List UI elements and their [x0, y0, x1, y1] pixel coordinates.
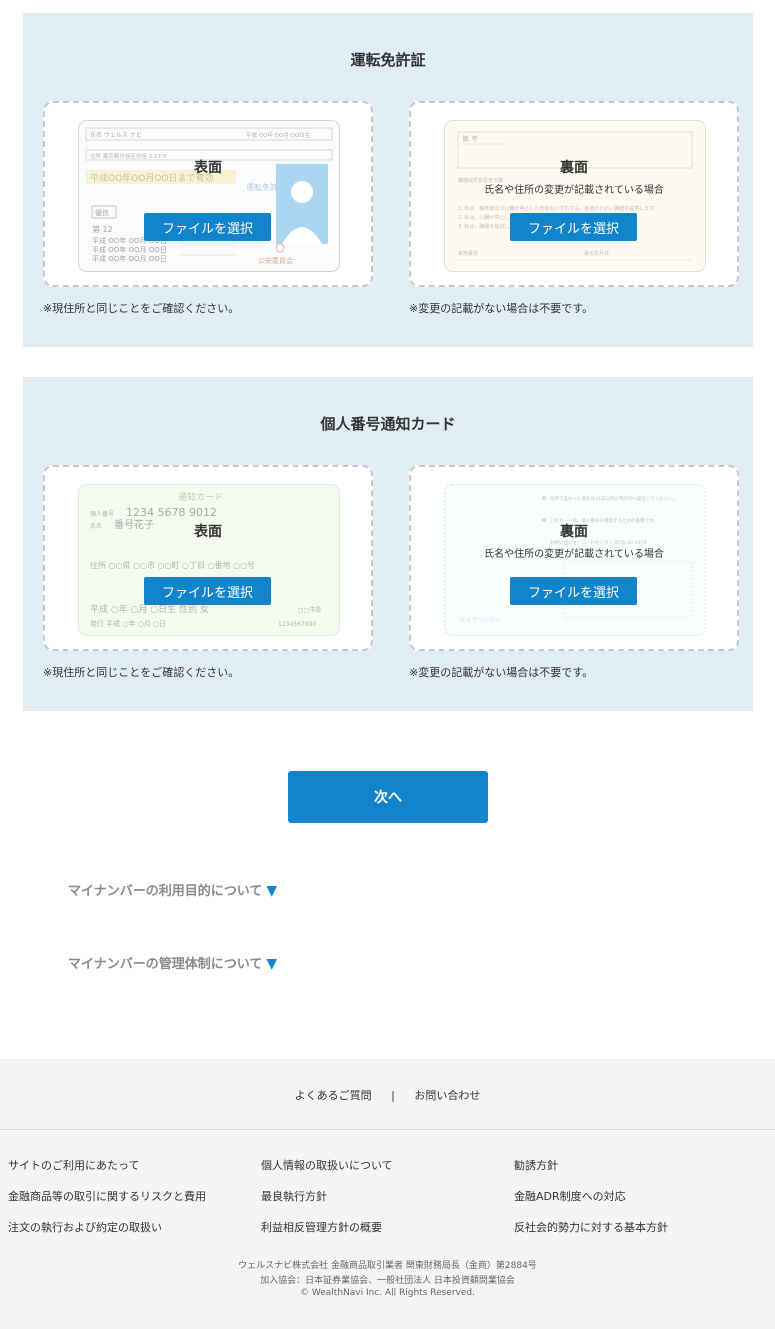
license-front-note: ※現住所と同じことをご確認ください。 [43, 302, 240, 315]
license-section-title: 運転免許証 [350, 51, 426, 69]
faq-link[interactable]: よくあるご質問 [295, 1089, 372, 1102]
mynumber-front-upload[interactable]: 通知カード 個人番号 1234 5678 9012 氏名 番号花子 住所 ○○県… [43, 465, 373, 651]
svg-text:住所で変わった場合は14日以内に市町村へ届出してください。: 住所で変わった場合は14日以内に市町村へ届出してください。 [550, 495, 677, 502]
svg-text:個人番号: 個人番号 [90, 510, 114, 518]
footer-link-risk-cost[interactable]: 金融商品等の取引に関するリスクと費用 [8, 1188, 206, 1204]
license-front-label: 表面 [194, 160, 222, 176]
mynumber-back-file-button[interactable]: ファイルを選択 [510, 577, 637, 605]
svg-text:優良: 優良 [95, 208, 109, 217]
accordion-management-label: マイナンバーの管理体制について [68, 957, 263, 972]
accordion-mynumber-management[interactable]: マイナンバーの管理体制について ▼ [68, 953, 277, 972]
footer-copyright: © WealthNavi Inc. All Rights Reserved. [300, 1288, 475, 1298]
triangle-down-icon: ▼ [266, 883, 278, 899]
mynumber-front-illustration: 通知カード 個人番号 1234 5678 9012 氏名 番号花子 住所 ○○県… [78, 484, 340, 636]
mynumber-back-label: 裏面 [560, 524, 588, 540]
next-button[interactable]: 次へ [288, 771, 488, 823]
svg-text:第 12: 第 12 [92, 224, 113, 234]
accordion-mynumber-purpose[interactable]: マイナンバーの利用目的について ▼ [68, 880, 277, 899]
footer-link-best-execution[interactable]: 最良執行方針 [261, 1188, 327, 1204]
svg-text:1. 私は、脳死後及び心臓が停止した死後のいずれでも、移植の: 1. 私は、脳死後及び心臓が停止した死後のいずれでも、移植のために臓器を提供しま… [458, 205, 659, 212]
contact-link[interactable]: お問い合わせ [414, 1089, 480, 1102]
mynumber-front-note: ※現住所と同じことをご確認ください。 [43, 666, 240, 679]
license-front-illustration: 氏名 ウェルス ナビ 平成 OO年 OO月 OO日生 住所 東京都渋谷区渋谷 2… [78, 120, 340, 272]
svg-text:平成 OO年 OO月 OO日: 平成 OO年 OO月 OO日 [92, 245, 167, 254]
footer: よくあるご質問 | お問い合わせ サイトのご利用にあたって 金融商品等の取引に関… [0, 1059, 775, 1329]
footer-associations: 加入協会：日本証券業協会、一般社団法人 日本投資顧問業協会 [260, 1276, 515, 1286]
footer-link-privacy[interactable]: 個人情報の取扱いについて [261, 1157, 393, 1173]
mynumber-front-label: 表面 [194, 524, 222, 540]
license-back-upload[interactable]: 備 考 臓器提供意思表示欄 1. 私は、脳死後及び心臓が停止した死後のいずれでも… [409, 101, 739, 287]
footer-link-order-execution[interactable]: 注文の執行および約定の取扱い [8, 1219, 162, 1235]
svg-text:氏名 ウェルス ナビ: 氏名 ウェルス ナビ [90, 131, 142, 139]
svg-text:平成 OO年 OO月 OO日: 平成 OO年 OO月 OO日 [92, 254, 167, 263]
svg-text:発行 平成 ○年 ○月 ○日: 発行 平成 ○年 ○月 ○日 [90, 619, 166, 628]
svg-text:住所 ○○県 ○○市 ○○町 ○丁目 ○番地 ○○号: 住所 ○○県 ○○市 ○○町 ○丁目 ○番地 ○○号 [90, 560, 255, 570]
license-front-upload[interactable]: 氏名 ウェルス ナビ 平成 OO年 OO月 OO日生 住所 東京都渋谷区渋谷 2… [43, 101, 373, 287]
svg-text:□□市長: □□市長 [298, 606, 321, 614]
svg-text:家族署名: 家族署名 [458, 250, 478, 257]
mynumber-front-file-button[interactable]: ファイルを選択 [144, 577, 271, 605]
license-section: 運転免許証 氏名 ウェルス ナビ 平成 OO年 OO月 OO日生 住所 東京都渋… [23, 13, 753, 347]
triangle-down-icon: ▼ [266, 956, 278, 972]
footer-link-antisocial-policy[interactable]: 反社会的勢力に対する基本方針 [514, 1219, 668, 1235]
footer-link-conflict-of-interest[interactable]: 利益相反管理方針の概要 [261, 1219, 382, 1235]
mynumber-section-title: 個人番号通知カード [320, 415, 456, 433]
footer-company: ウェルスナビ株式会社 金融商品取引業者 関東財務局長（金商）第2884号 [238, 1261, 537, 1271]
license-back-note: ※変更の記載がない場合は不要です。 [409, 302, 594, 315]
svg-text:平成 OO年 OO月 OO日生: 平成 OO年 OO月 OO日生 [246, 131, 311, 139]
mynumber-back-upload[interactable]: 住所で変わった場合は14日以内に市町村へ届出してください。 このカードは、個人番… [409, 465, 739, 651]
footer-divider [0, 1129, 775, 1130]
svg-text:署名年月日: 署名年月日 [584, 250, 609, 257]
license-back-illustration: 備 考 臓器提供意思表示欄 1. 私は、脳死後及び心臓が停止した死後のいずれでも… [444, 120, 706, 272]
svg-text:公安委員会: 公安委員会 [258, 256, 293, 265]
svg-text:通知カード: 通知カード [178, 491, 223, 503]
svg-text:備 考: 備 考 [462, 134, 478, 143]
footer-top-links: よくあるご質問 | お問い合わせ [0, 1087, 775, 1103]
mynumber-back-illustration: 住所で変わった場合は14日以内に市町村へ届出してください。 このカードは、個人番… [444, 484, 706, 636]
footer-link-solicitation-policy[interactable]: 勧誘方針 [514, 1157, 558, 1173]
svg-text:1234 5678 9012: 1234 5678 9012 [126, 506, 217, 519]
footer-link-adr[interactable]: 金融ADR制度への対応 [514, 1188, 626, 1204]
footer-link-site-usage[interactable]: サイトのご利用にあたって [8, 1157, 139, 1173]
footer-separator: | [391, 1089, 395, 1102]
svg-text:1234567890: 1234567890 [278, 621, 316, 628]
mynumber-back-note: ※変更の記載がない場合は不要です。 [409, 666, 594, 679]
accordion-purpose-label: マイナンバーの利用目的について [68, 884, 263, 899]
svg-text:運転免許: 運転免許 [246, 182, 278, 192]
mynumber-back-sub: 氏名や住所の変更が記載されている場合 [484, 549, 664, 560]
svg-text:マイナンバー: マイナンバー [458, 616, 500, 624]
license-back-file-button[interactable]: ファイルを選択 [510, 213, 637, 241]
license-back-label: 裏面 [560, 160, 588, 176]
license-front-file-button[interactable]: ファイルを選択 [144, 213, 271, 241]
mynumber-section: 個人番号通知カード 通知カード 個人番号 1234 5678 9012 氏名 番… [23, 377, 753, 711]
license-back-sub: 氏名や住所の変更が記載されている場合 [484, 185, 664, 196]
